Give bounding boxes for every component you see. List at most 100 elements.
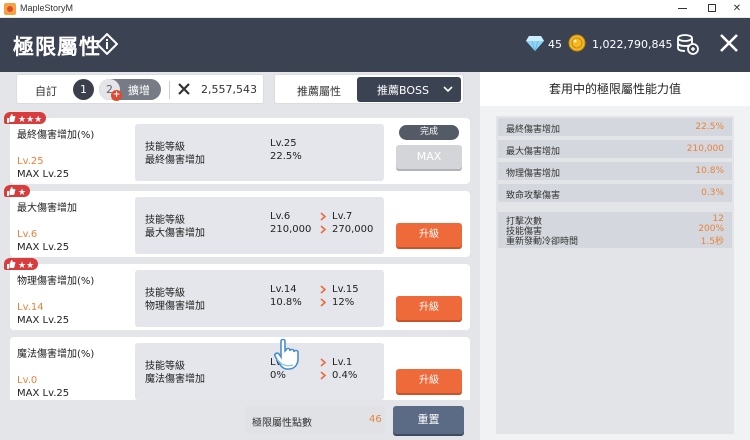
meso-coin-icon [568, 34, 586, 52]
applied-stat-row: 最終傷害增加 22.5% [498, 118, 732, 136]
applied-stat-value: 0.3% [701, 188, 724, 198]
applied-stat-value: 12 [712, 214, 724, 224]
maximize-button[interactable] [698, 1, 726, 17]
applied-stat-key: 物理傷害增加 [506, 169, 561, 179]
gem-count: 45 [548, 38, 562, 51]
window-title: MapleStoryM [20, 3, 74, 13]
stat-value: Lv.6 [270, 211, 291, 222]
maximize-icon [708, 4, 716, 12]
stat-value: 0% [270, 370, 286, 381]
page-title: 極限屬性 [13, 35, 101, 59]
skill-list[interactable]: 最終傷害增加(%) Lv.25 MAX Lv.25 技能等級 最終傷害增加 Lv… [10, 118, 470, 400]
window-close-button[interactable]: ✕ [723, 1, 750, 17]
divider [169, 81, 170, 99]
skill-stats: 技能等級 最大傷害增加 Lv.6 210,000 Lv.7 270,000 [135, 197, 384, 254]
attribute-points-value: 46 [369, 414, 382, 425]
skill-current-level: Lv.14 [17, 302, 44, 313]
svg-text:★: ★ [18, 188, 26, 197]
thumbs-up-stars-icon: ★ [7, 187, 26, 197]
svg-text:★★: ★★ [18, 261, 34, 270]
stat-next-value: 270,000 [332, 224, 374, 235]
stat-value: 22.5% [270, 151, 302, 162]
applied-stat-group: 打擊次數 12 技能傷害 200% 重新發動冷卻時間 1.5秒 [498, 212, 732, 248]
applied-stat-row: 最大傷害增加 210,000 [498, 140, 732, 158]
applied-stat-key: 最終傷害增加 [506, 125, 561, 135]
recommend-badge-2-stars: ★★ [4, 258, 38, 270]
skill-card-physical-damage: 物理傷害增加(%) Lv.14 MAX Lv.25 技能等級 物理傷害增加 Lv… [10, 264, 470, 330]
applied-stat-value: 210,000 [686, 144, 724, 154]
stat-value: Lv.14 [270, 284, 297, 295]
preset-tabbar: 自訂 1 2 + 擴增 2,557,543 [16, 74, 264, 104]
page-header: 極限屬性 45 1,022,790,845 [0, 18, 750, 72]
expand-preset-button[interactable]: 2 + 擴增 [99, 79, 161, 101]
stat-key: 魔法傷害增加 [145, 374, 205, 385]
attribute-points-box: 極限屬性點數 46 [245, 406, 385, 434]
applied-stat-key: 致命攻擊傷害 [506, 191, 561, 201]
minimize-button[interactable] [668, 1, 696, 17]
chevron-down-icon [443, 86, 453, 93]
stat-key: 物理傷害增加 [145, 301, 205, 312]
arrow-right-icon [320, 358, 327, 367]
arrow-right-icon [320, 285, 327, 294]
skill-card-final-damage: 最終傷害增加(%) Lv.25 MAX Lv.25 技能等級 最終傷害增加 Lv… [10, 118, 470, 184]
skill-stats: 技能等級 物理傷害增加 Lv.14 10.8% Lv.15 12% [135, 270, 384, 327]
skill-current-level: Lv.0 [17, 375, 38, 386]
stat-next-value: Lv.7 [332, 211, 353, 222]
thumbs-up-stars-icon: ★★★ [7, 114, 42, 124]
stat-next-value: 0.4% [332, 370, 358, 381]
stat-next-value: 12% [332, 297, 355, 308]
skill-name: 魔法傷害增加(%) [17, 349, 95, 360]
arrow-right-icon [320, 298, 327, 307]
skill-max-level: MAX Lv.25 [17, 315, 70, 326]
applied-stat-row: 物理傷害增加 10.8% [498, 162, 732, 180]
stat-next-value: Lv.1 [332, 357, 353, 368]
skill-name: 最大傷害增加 [17, 203, 77, 214]
skill-current-level: Lv.6 [17, 229, 38, 240]
skill-stats: 技能等級 魔法傷害增加 Lv. 0% Lv.1 0.4% [135, 343, 384, 400]
stat-value: Lv.25 [270, 138, 297, 149]
applied-stat-value: 1.5秒 [700, 237, 724, 247]
upgrade-button[interactable]: 升級 [396, 296, 462, 320]
combat-power-value: 2,557,543 [201, 83, 257, 96]
applied-stats-title: 套用中的極限屬性能力值 [480, 72, 750, 106]
window-titlebar: MapleStoryM ✕ [0, 0, 750, 18]
stat-value: 210,000 [270, 224, 312, 235]
applied-stat-value: 200% [698, 224, 724, 234]
skill-name: 最終傷害增加(%) [17, 130, 95, 141]
skill-card-max-damage: 最大傷害增加 Lv.6 MAX Lv.25 技能等級 最大傷害增加 Lv.6 2… [10, 191, 470, 257]
gem-icon [526, 36, 544, 51]
recommend-label: 推薦屬性 [297, 85, 341, 98]
upgrade-button[interactable]: 升級 [396, 369, 462, 393]
preset-1-button[interactable]: 1 [73, 79, 94, 100]
stat-next-value: Lv.15 [332, 284, 359, 295]
skill-list-area: 自訂 1 2 + 擴增 2,557,543 推薦屬性 推薦BOSS 最終傷害增加… [0, 72, 480, 440]
skill-card-magic-damage: 魔法傷害增加(%) Lv.0 MAX Lv.25 技能等級 魔法傷害增加 Lv.… [10, 337, 470, 400]
minimize-icon [677, 7, 687, 9]
applied-stat-value: 10.8% [695, 166, 724, 176]
close-icon[interactable] [716, 28, 742, 58]
upgrade-button[interactable]: 升級 [396, 223, 462, 247]
exchange-icon[interactable] [674, 30, 700, 56]
applied-stat-key: 最大傷害增加 [506, 147, 561, 157]
complete-badge: 完成 [399, 125, 459, 140]
hand-cursor-icon [274, 338, 299, 370]
reset-button[interactable]: 重置 [393, 406, 464, 434]
stat-value: 10.8% [270, 297, 302, 308]
recommend-dropdown[interactable]: 推薦BOSS [357, 77, 461, 102]
applied-stat-key: 重新發動冷卻時間 [506, 237, 579, 247]
recommend-badge-1-star: ★ [4, 185, 30, 197]
arrow-right-icon [320, 212, 327, 221]
skill-current-level: Lv.25 [17, 156, 44, 167]
applied-stats-panel: 套用中的極限屬性能力值 最終傷害增加 22.5% 最大傷害增加 210,000 … [480, 72, 750, 440]
plus-icon: + [111, 90, 122, 101]
meso-count: 1,022,790,845 [592, 38, 673, 51]
stat-key: 最大傷害增加 [145, 228, 205, 239]
stat-key: 最終傷害增加 [145, 155, 205, 166]
recommend-selected: 推薦BOSS [377, 84, 429, 97]
crossed-swords-icon [178, 83, 190, 95]
skill-max-level: MAX Lv.25 [17, 242, 70, 253]
info-icon[interactable] [96, 33, 118, 55]
applied-stat-row: 致命攻擊傷害 0.3% [498, 184, 732, 202]
thumbs-up-stars-icon: ★★ [7, 260, 34, 270]
applied-stat-value: 22.5% [695, 122, 724, 132]
